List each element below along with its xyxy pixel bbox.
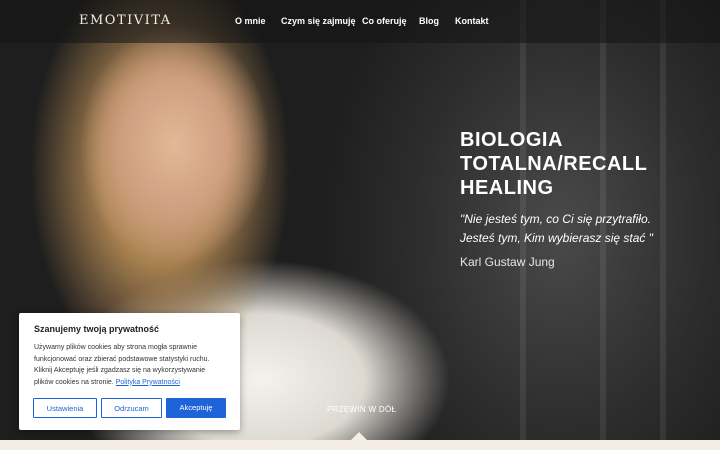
scroll-down-arrow-icon[interactable] <box>351 432 367 440</box>
hero-quote-line: Jesteś tym, Kim wybierasz się stać " <box>460 231 653 245</box>
cookie-consent-banner: Szanujemy twoją prywatność Używamy plikó… <box>19 313 240 430</box>
cookie-description: Używamy plików cookies aby strona mogła … <box>34 342 230 388</box>
cookie-text-line: Kliknij Akceptuję jeśli zgadzasz się na … <box>34 367 206 374</box>
scroll-down-link[interactable]: PRZEWIŃ W DÓŁ <box>327 405 396 414</box>
hero-quote-line: "Nie jesteś tym, co Ci się przytrafiło. <box>460 212 651 226</box>
cookie-settings-button[interactable]: Ustawienia <box>33 398 97 418</box>
privacy-policy-link[interactable]: Polityka Prywatności <box>116 379 180 386</box>
cookie-accept-button[interactable]: Akceptuję <box>166 398 226 418</box>
nav-item-kontakt[interactable]: Kontakt <box>455 16 489 26</box>
quote-author: Karl Gustaw Jung <box>460 255 555 269</box>
hero-title-line: HEALING <box>460 177 554 199</box>
nav-item-o-mnie[interactable]: O mnie <box>235 16 266 26</box>
nav-item-co-oferuje[interactable]: Co oferuję <box>362 16 407 26</box>
hero-title-line: BIOLOGIA <box>460 129 563 151</box>
cookie-text-line: Używamy plików cookies aby strona mogła … <box>34 344 198 351</box>
cookie-title: Szanujemy twoją prywatność <box>34 324 160 334</box>
cookie-reject-button[interactable]: Odrzucam <box>101 398 162 418</box>
next-section-strip <box>0 440 720 450</box>
nav-item-czym-sie-zajmuje[interactable]: Czym się zajmuję <box>281 16 356 26</box>
hero-quote: "Nie jesteś tym, co Ci się przytrafiło. … <box>460 210 710 248</box>
main-nav: O mnie Czym się zajmuję Co oferuję Blog … <box>0 16 720 30</box>
nav-item-blog[interactable]: Blog <box>419 16 439 26</box>
hero-title: BIOLOGIA TOTALNA/RECALL HEALING <box>460 128 700 200</box>
hero-title-line: TOTALNA/RECALL <box>460 153 648 175</box>
site-header: EMOTIVITA O mnie Czym się zajmuję Co ofe… <box>0 0 720 43</box>
cookie-text-line: plików cookies na stronie. <box>34 378 114 386</box>
cookie-text-line: funkcjonować oraz zbierać podstawowe sta… <box>34 355 210 363</box>
